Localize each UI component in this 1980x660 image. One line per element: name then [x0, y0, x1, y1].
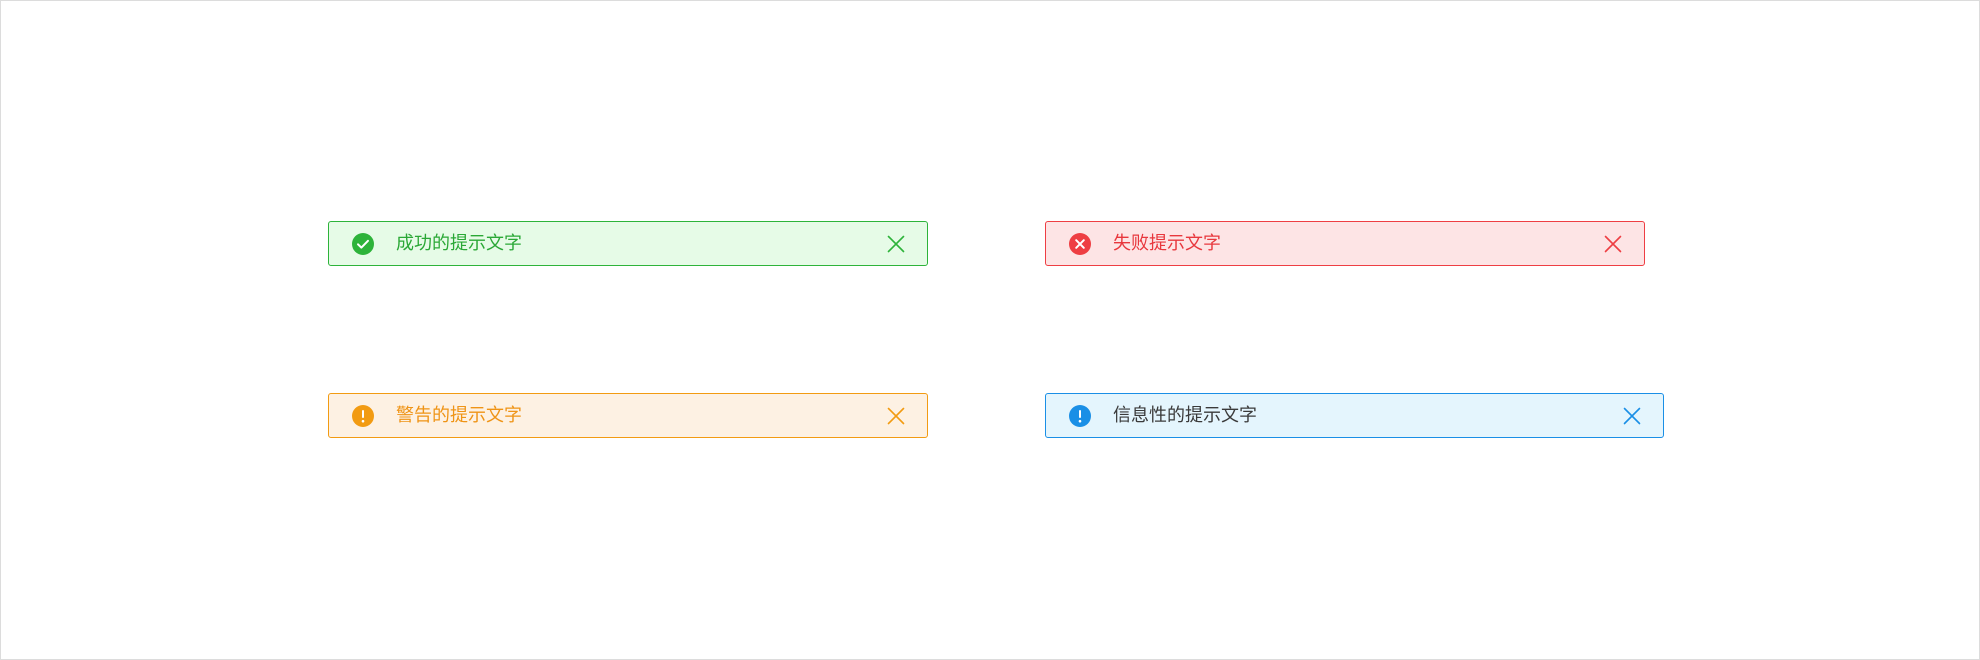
info-circle-icon [1069, 405, 1091, 427]
canvas-frame [0, 0, 1980, 660]
x-circle-icon [1069, 233, 1091, 255]
alert-success: 成功的提示文字 [328, 221, 928, 266]
alert-warning: 警告的提示文字 [328, 393, 928, 438]
alert-error-message: 失败提示文字 [1113, 233, 1221, 254]
close-icon[interactable] [887, 407, 905, 425]
exclamation-circle-icon [352, 405, 374, 427]
close-icon[interactable] [1623, 407, 1641, 425]
alert-success-message: 成功的提示文字 [396, 233, 522, 254]
alert-warning-message: 警告的提示文字 [396, 405, 522, 426]
close-icon[interactable] [887, 235, 905, 253]
alert-error: 失败提示文字 [1045, 221, 1645, 266]
alert-info-message: 信息性的提示文字 [1113, 405, 1257, 426]
close-icon[interactable] [1604, 235, 1622, 253]
check-circle-icon [352, 233, 374, 255]
alert-info: 信息性的提示文字 [1045, 393, 1664, 438]
